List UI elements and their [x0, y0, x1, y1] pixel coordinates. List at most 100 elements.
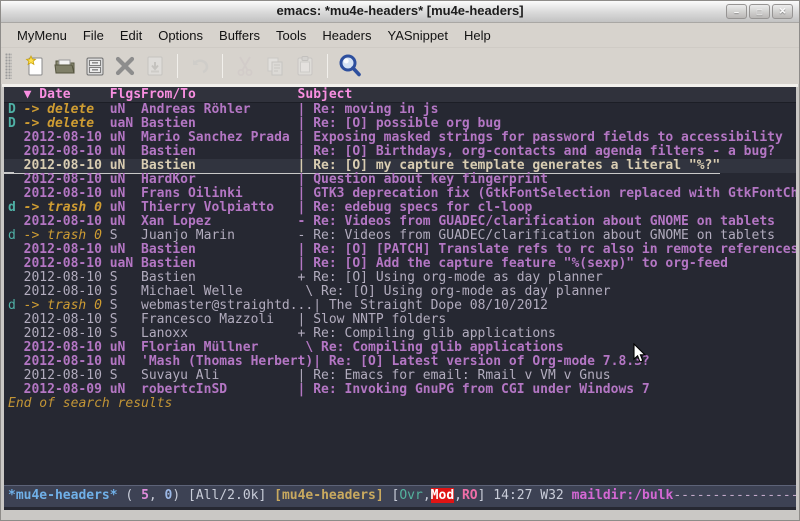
message-row-text: 2012-08-10uNHardKor| Question about key …: [8, 173, 548, 187]
from-field: Xan Lopez: [141, 215, 298, 229]
toolbar-save-as[interactable]: [140, 52, 170, 80]
message-row[interactable]: D-> deleteuaNBastien| Re: [O] possible o…: [4, 117, 796, 131]
menu-buffers[interactable]: Buffers: [211, 25, 268, 46]
menu-mymenu[interactable]: MyMenu: [9, 25, 75, 46]
from-field: Bastien: [141, 117, 298, 131]
flags-field: S: [110, 285, 141, 299]
message-row-text: 2012-08-10uNBastien| Re: [O] my capture …: [8, 159, 720, 173]
flags-field: uaN: [110, 257, 141, 271]
message-row[interactable]: 2012-08-10uNXan Lopez- Re: Videos from G…: [4, 215, 796, 229]
titlebar[interactable]: emacs: *mu4e-headers* [mu4e-headers] –□✕: [1, 1, 799, 23]
message-row[interactable]: d-> trash 0SJuanjo Marin- Re: Videos fro…: [4, 229, 796, 243]
message-row[interactable]: 2012-08-10uNFrans Oilinki| GTK3 deprecat…: [4, 187, 796, 201]
save-as-icon: [143, 54, 167, 78]
flags-field: S: [110, 271, 141, 285]
emacs-window: emacs: *mu4e-headers* [mu4e-headers] –□✕…: [0, 0, 800, 521]
minimize-button[interactable]: –: [726, 4, 747, 19]
message-row[interactable]: 2012-08-10SMichael Welle \ Re: [O] Using…: [4, 285, 796, 299]
date-field: -> trash 0: [24, 229, 110, 243]
toolbar-paste[interactable]: [290, 52, 320, 80]
toolbar-search[interactable]: [335, 52, 365, 80]
toolbar-copy[interactable]: [260, 52, 290, 80]
from-field: Florian Müllner: [141, 341, 298, 355]
from-field: Suvayu Ali: [141, 369, 298, 383]
menu-tools[interactable]: Tools: [268, 25, 314, 46]
toolbar-open-folder[interactable]: [50, 52, 80, 80]
message-row-text: 2012-08-10uNFrans Oilinki| GTK3 deprecat…: [8, 187, 796, 201]
message-row[interactable]: 2012-08-10uNBastien| Re: [O] Birthdays, …: [4, 145, 796, 159]
message-row[interactable]: 2012-08-10SLanoxx+ Re: Compiling glib ap…: [4, 327, 796, 341]
date-field: -> delete: [24, 103, 110, 117]
toolbar-save[interactable]: [80, 52, 110, 80]
message-row[interactable]: 2012-08-10uN'Mash (Thomas Herbert)| Re: …: [4, 355, 796, 369]
menu-help[interactable]: Help: [456, 25, 499, 46]
menu-bar: MyMenuFileEditOptionsBuffersToolsHeaders…: [1, 23, 799, 48]
maximize-button[interactable]: □: [749, 4, 770, 19]
menu-headers[interactable]: Headers: [314, 25, 379, 46]
message-row[interactable]: d-> trash 0uNThierry Volpiatto| Re: edeb…: [4, 201, 796, 215]
date-field: -> trash 0: [24, 201, 110, 215]
subject-field: | Re: [O] [PATCH] Translate refs to rc a…: [298, 243, 796, 257]
mark-indicator: D: [8, 103, 24, 117]
flags-field: uN: [110, 145, 141, 159]
mark-indicator: d: [8, 201, 24, 215]
message-row[interactable]: 2012-08-10uaNBastien| Re: [O] Add the ca…: [4, 257, 796, 271]
date-field: 2012-08-10: [24, 243, 110, 257]
date-field: 2012-08-10: [24, 257, 110, 271]
message-row[interactable]: 2012-08-10SBastien+ Re: [O] Using org-mo…: [4, 271, 796, 285]
date-field: 2012-08-10: [24, 145, 110, 159]
message-row-text: 2012-08-10uNXan Lopez- Re: Videos from G…: [8, 215, 775, 229]
menu-file[interactable]: File: [75, 25, 112, 46]
message-row[interactable]: 2012-08-09uNrobertcInSD| Re: Invoking Gn…: [4, 383, 796, 397]
flags-field: S: [110, 229, 141, 243]
modeline-segment: 5: [141, 488, 149, 503]
from-field: 'Mash (Thomas Herbert): [141, 355, 313, 369]
flags-field: uN: [110, 131, 141, 145]
message-row-text: 2012-08-10SLanoxx+ Re: Compiling glib ap…: [8, 327, 556, 341]
mu4e-headers-buffer[interactable]: ▼ DateFlgsFrom/ToSubject D-> deleteuNAnd…: [4, 87, 796, 510]
date-field: 2012-08-10: [24, 327, 110, 341]
message-row[interactable]: d-> trash 0Swebmaster@straightd...| The …: [4, 299, 796, 313]
menu-options[interactable]: Options: [150, 25, 211, 46]
toolbar-cut[interactable]: [230, 52, 260, 80]
toolbar-drag-handle[interactable]: [5, 53, 12, 79]
subject-field: | Re: Emacs for email: Rmail v VM v Gnus: [298, 369, 611, 383]
from-field: Bastien: [141, 271, 298, 285]
from-field: Frans Oilinki: [141, 187, 298, 201]
subject-field: | Re: [O] Add the capture feature "%(sex…: [298, 257, 728, 271]
menu-yasnippet[interactable]: YASnippet: [379, 25, 455, 46]
from-field: Thierry Volpiatto: [141, 201, 298, 215]
message-row[interactable]: 2012-08-10SFrancesco Mazzoli| Slow NNTP …: [4, 313, 796, 327]
column-date: ▼ Date: [24, 87, 110, 103]
date-field: 2012-08-10: [24, 369, 110, 383]
subject-field: | Re: [O] possible org bug: [298, 117, 502, 131]
menu-edit[interactable]: Edit: [112, 25, 150, 46]
toolbar-undo[interactable]: [185, 52, 215, 80]
message-row-text: 2012-08-10SMichael Welle \ Re: [O] Using…: [8, 285, 611, 299]
close-button[interactable]: ✕: [772, 4, 793, 19]
toolbar-new-file[interactable]: [20, 52, 50, 80]
message-row[interactable]: 2012-08-10uNHardKor| Question about key …: [4, 173, 796, 187]
date-field: 2012-08-10: [24, 159, 110, 173]
modeline-segment: Mod: [431, 488, 454, 503]
flags-field: uN: [110, 383, 141, 397]
message-row[interactable]: 2012-08-10SSuvayu Ali| Re: Emacs for ema…: [4, 369, 796, 383]
date-field: 2012-08-09: [24, 383, 110, 397]
toolbar-close-buffer[interactable]: [110, 52, 140, 80]
subject-field: | Re: [O] my capture template generates …: [298, 159, 721, 173]
headers-column-row: ▼ DateFlgsFrom/ToSubject: [4, 87, 796, 103]
from-field: Lanoxx: [141, 327, 298, 341]
from-field: Francesco Mazzoli: [141, 313, 298, 327]
subject-field: \ Re: Compiling glib applications: [298, 341, 564, 355]
message-row[interactable]: 2012-08-10uNBastien| Re: [O] [PATCH] Tra…: [4, 243, 796, 257]
message-row[interactable]: 2012-08-10uNMario Sanchez Prada| Exposin…: [4, 131, 796, 145]
subject-field: | Exposing masked strings for password f…: [298, 131, 783, 145]
message-row[interactable]: 2012-08-10uNBastien| Re: [O] my capture …: [4, 159, 796, 173]
message-row[interactable]: 2012-08-10uNFlorian Müllner \ Re: Compil…: [4, 341, 796, 355]
modeline-segment: -----------------------------: [673, 488, 796, 503]
message-row-text: 2012-08-10uNFlorian Müllner \ Re: Compil…: [8, 341, 564, 355]
modeline-segment: ,: [454, 488, 462, 503]
date-field: 2012-08-10: [24, 187, 110, 201]
message-row[interactable]: D-> deleteuNAndreas Röhler| Re: moving i…: [4, 103, 796, 117]
date-field: 2012-08-10: [24, 131, 110, 145]
